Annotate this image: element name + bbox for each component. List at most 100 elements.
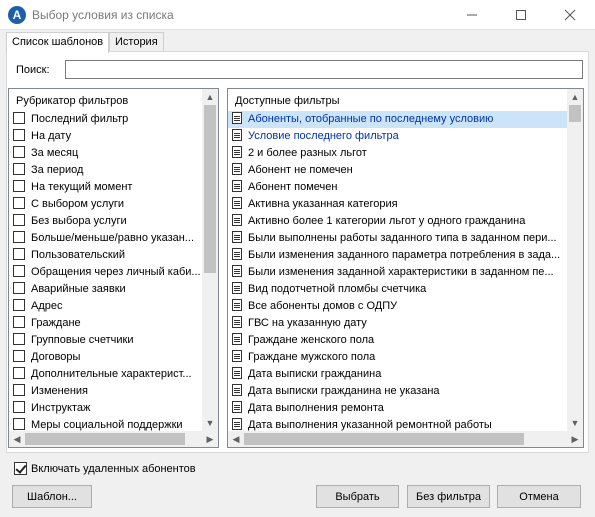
filters-items: Абоненты, отобранные по последнему услов… — [228, 111, 567, 434]
close-button[interactable] — [547, 0, 593, 30]
checkbox-icon[interactable] — [13, 401, 25, 413]
rubricator-item[interactable]: Аварийные заявки — [9, 281, 202, 298]
rubricator-item[interactable]: Адрес — [9, 298, 202, 315]
filter-item-label: ГВС на указанную дату — [248, 317, 367, 329]
checkbox-icon[interactable] — [13, 214, 25, 226]
filter-item[interactable]: Абонент помечен — [228, 179, 567, 196]
filter-item[interactable]: 2 и более разных льгот — [228, 145, 567, 162]
checkbox-icon[interactable] — [13, 146, 25, 158]
checkbox-icon[interactable] — [13, 248, 25, 260]
filter-item-label: 2 и более разных льгот — [248, 147, 367, 159]
filter-item[interactable]: Были выполнены работы заданного типа в з… — [228, 230, 567, 247]
rubricator-item-label: Больше/меньше/равно указан... — [31, 232, 195, 244]
checkbox-icon[interactable] — [13, 384, 25, 396]
rubricator-horizontal-scrollbar[interactable]: ◀ ▶ — [9, 431, 218, 447]
scroll-thumb[interactable] — [204, 105, 216, 273]
filter-item[interactable]: Дата выписки гражданина не указана — [228, 383, 567, 400]
filter-item[interactable]: Активна указанная категория — [228, 196, 567, 213]
rubricator-item[interactable]: Групповые счетчики — [9, 332, 202, 349]
rubricator-item[interactable]: Последний фильтр — [9, 111, 202, 128]
rubricator-item[interactable]: На дату — [9, 128, 202, 145]
filter-item[interactable]: Вид подотчетной пломбы счетчика — [228, 281, 567, 298]
rubricator-list[interactable]: Рубрикатор фильтров Последний фильтр На д… — [8, 88, 219, 448]
checkbox-icon[interactable] — [13, 163, 25, 175]
scroll-left-icon[interactable]: ◀ — [228, 431, 244, 447]
scroll-up-icon[interactable]: ▲ — [567, 89, 583, 105]
document-icon — [232, 129, 242, 141]
checkbox-icon[interactable] — [13, 333, 25, 345]
checkbox-icon[interactable] — [13, 112, 25, 124]
scroll-thumb[interactable] — [569, 105, 581, 122]
rubricator-item[interactable]: Без выбора услуги — [9, 213, 202, 230]
rubricator-item[interactable]: За месяц — [9, 145, 202, 162]
document-icon — [232, 401, 242, 413]
filter-item[interactable]: Дата выписки гражданина — [228, 366, 567, 383]
filters-header: Доступные фильтры — [235, 95, 340, 107]
rubricator-item[interactable]: Инструктаж — [9, 400, 202, 417]
rubricator-items: Последний фильтр На дату За месяц За период… — [9, 111, 202, 434]
filter-item[interactable]: Граждане мужского пола — [228, 349, 567, 366]
rubricator-item[interactable]: С выбором услуги — [9, 196, 202, 213]
filter-item[interactable]: Условие последнего фильтра — [228, 128, 567, 145]
filter-item-label: Условие последнего фильтра — [248, 130, 399, 142]
filters-horizontal-scrollbar[interactable]: ◀ ▶ — [228, 431, 583, 447]
rubricator-item[interactable]: За период — [9, 162, 202, 179]
checkbox-icon[interactable] — [13, 129, 25, 141]
filter-item[interactable]: Абоненты, отобранные по последнему услов… — [228, 111, 567, 128]
rubricator-item[interactable]: Больше/меньше/равно указан... — [9, 230, 202, 247]
maximize-icon — [516, 10, 526, 20]
tab-history[interactable]: История — [109, 32, 164, 52]
scroll-left-icon[interactable]: ◀ — [9, 431, 25, 447]
filter-item[interactable]: Активно более 1 категории льгот у одного… — [228, 213, 567, 230]
document-icon — [232, 197, 242, 209]
filter-item[interactable]: Граждане женского пола — [228, 332, 567, 349]
no-filter-button[interactable]: Без фильтра — [407, 485, 490, 508]
checkbox-icon[interactable] — [13, 418, 25, 430]
filter-item[interactable]: Абонент не помечен — [228, 162, 567, 179]
scroll-thumb[interactable] — [25, 433, 185, 445]
minimize-button[interactable] — [449, 0, 495, 30]
checkbox-checked-icon[interactable] — [14, 462, 27, 475]
maximize-button[interactable] — [498, 0, 544, 30]
rubricator-item-label: Аварийные заявки — [31, 283, 126, 295]
checkbox-icon[interactable] — [13, 180, 25, 192]
tab-templates[interactable]: Список шаблонов — [6, 32, 110, 53]
filter-item[interactable]: Дата выполнения ремонта — [228, 400, 567, 417]
filter-item[interactable]: Были изменения заданной характеристики в… — [228, 264, 567, 281]
checkbox-icon[interactable] — [13, 282, 25, 294]
filter-item-label: Вид подотчетной пломбы счетчика — [248, 283, 427, 295]
rubricator-vertical-scrollbar[interactable]: ▲ ▼ — [202, 89, 218, 431]
rubricator-item[interactable]: Договоры — [9, 349, 202, 366]
scroll-right-icon[interactable]: ▶ — [202, 431, 218, 447]
cancel-button[interactable]: Отмена — [497, 485, 581, 508]
rubricator-item-label: На текущий момент — [31, 181, 133, 193]
rubricator-item[interactable]: Дополнительные характерист... — [9, 366, 202, 383]
checkbox-icon[interactable] — [13, 231, 25, 243]
rubricator-item[interactable]: Изменения — [9, 383, 202, 400]
rubricator-item[interactable]: На текущий момент — [9, 179, 202, 196]
checkbox-icon[interactable] — [13, 265, 25, 277]
select-button[interactable]: Выбрать — [316, 485, 399, 508]
checkbox-icon[interactable] — [13, 316, 25, 328]
scroll-right-icon[interactable]: ▶ — [567, 431, 583, 447]
checkbox-icon[interactable] — [13, 350, 25, 362]
rubricator-item[interactable]: Пользовательский — [9, 247, 202, 264]
rubricator-item[interactable]: Граждане — [9, 315, 202, 332]
checkbox-icon[interactable] — [13, 299, 25, 311]
scroll-thumb[interactable] — [244, 433, 524, 445]
filters-vertical-scrollbar[interactable]: ▲ ▼ — [567, 89, 583, 431]
document-icon — [232, 316, 242, 328]
filter-item[interactable]: ГВС на указанную дату — [228, 315, 567, 332]
filter-item[interactable]: Были изменения заданного параметра потре… — [228, 247, 567, 264]
filter-item[interactable]: Все абоненты домов с ОДПУ — [228, 298, 567, 315]
scroll-down-icon[interactable]: ▼ — [567, 415, 583, 431]
scroll-down-icon[interactable]: ▼ — [202, 415, 218, 431]
rubricator-item[interactable]: Обращения через личный каби... — [9, 264, 202, 281]
checkbox-icon[interactable] — [13, 367, 25, 379]
scroll-up-icon[interactable]: ▲ — [202, 89, 218, 105]
template-button[interactable]: Шаблон... — [12, 485, 92, 508]
checkbox-icon[interactable] — [13, 197, 25, 209]
search-input[interactable] — [65, 60, 583, 79]
filters-list[interactable]: Доступные фильтры Абоненты, отобранные п… — [227, 88, 584, 448]
include-deleted-checkbox[interactable]: Включать удаленных абонентов — [14, 462, 196, 475]
